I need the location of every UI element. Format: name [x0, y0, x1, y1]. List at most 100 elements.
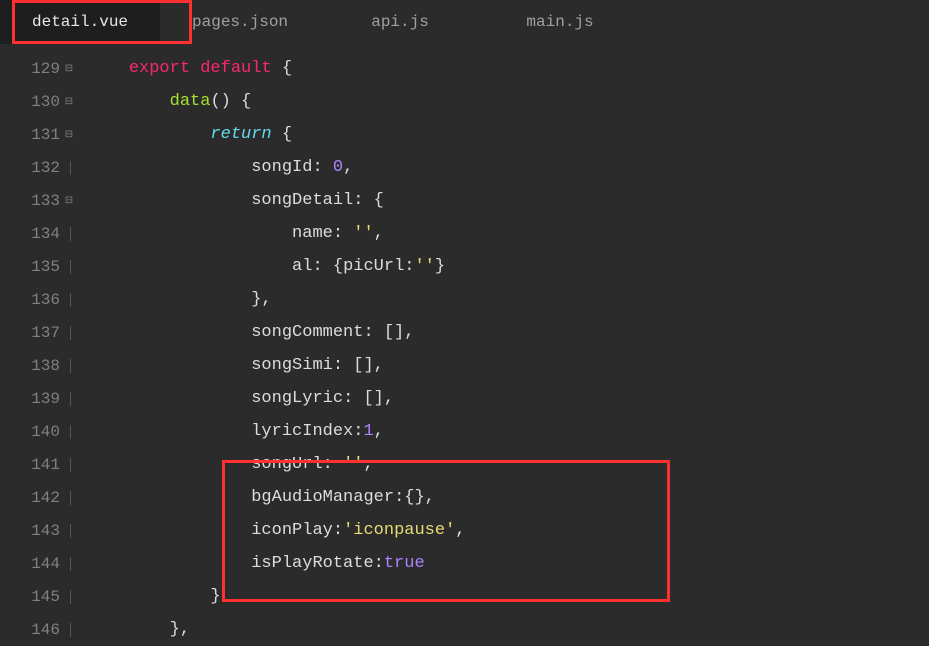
token-keyword2: return	[210, 125, 271, 144]
fold-guide-icon	[62, 326, 76, 340]
token-bool: true	[384, 554, 425, 573]
tab-api-js[interactable]: api.js	[320, 0, 480, 44]
code-line[interactable]: lyricIndex:1,	[88, 415, 929, 448]
line-number: 139	[20, 390, 60, 408]
code-line[interactable]: },	[88, 613, 929, 646]
code-line[interactable]: }	[88, 580, 929, 613]
token-punc: ()	[210, 92, 230, 111]
token-prop: iconPlay	[251, 521, 333, 540]
line-number: 141	[20, 456, 60, 474]
code-line[interactable]: songLyric: [],	[88, 382, 929, 415]
line-number: 129	[20, 60, 60, 78]
code-line[interactable]: songUrl: '',	[88, 448, 929, 481]
fold-guide-icon	[62, 260, 76, 274]
code-line[interactable]: isPlayRotate:true	[88, 547, 929, 580]
token-punc: },	[170, 620, 190, 639]
fold-guide-icon	[62, 161, 76, 175]
gutter-row: 143	[0, 514, 80, 547]
fold-guide-icon	[62, 227, 76, 241]
gutter-row: 129⊟	[0, 52, 80, 85]
gutter-row: 145	[0, 580, 80, 613]
fold-guide-icon	[62, 458, 76, 472]
gutter-row: 139	[0, 382, 80, 415]
token-punc: ,	[374, 224, 384, 243]
code-line[interactable]: name: '',	[88, 217, 929, 250]
token-punc: :	[333, 521, 343, 540]
token-string: ''	[343, 455, 363, 474]
line-number: 140	[20, 423, 60, 441]
fold-guide-icon	[62, 491, 76, 505]
fold-open-icon[interactable]: ⊟	[62, 128, 76, 142]
code-editor[interactable]: 129⊟130⊟131⊟132133⊟134135136137138139140…	[0, 44, 929, 642]
token-func: data	[170, 92, 211, 111]
token-prop: al	[292, 257, 312, 276]
token-punc: : {	[312, 257, 343, 276]
line-number: 135	[20, 258, 60, 276]
gutter-row: 138	[0, 349, 80, 382]
token-prop: songSimi	[251, 356, 333, 375]
line-number: 132	[20, 159, 60, 177]
line-number: 145	[20, 588, 60, 606]
tab-bar: detail.vue pages.json api.js main.js	[0, 0, 929, 44]
code-line[interactable]: iconPlay:'iconpause',	[88, 514, 929, 547]
code-line[interactable]: al: {picUrl:''}	[88, 250, 929, 283]
code-line[interactable]: songComment: [],	[88, 316, 929, 349]
tab-main-js[interactable]: main.js	[480, 0, 640, 44]
token-punc: }	[435, 257, 445, 276]
gutter-row: 142	[0, 481, 80, 514]
token-punc: : {	[353, 191, 384, 210]
token-prop: songComment	[251, 323, 363, 342]
code-line[interactable]: return {	[88, 118, 929, 151]
token-punc: :	[333, 224, 353, 243]
tab-pages-json[interactable]: pages.json	[160, 0, 320, 44]
token-punc: : [],	[343, 389, 394, 408]
code-area[interactable]: export default { data() { return { songI…	[80, 44, 929, 642]
fold-open-icon[interactable]: ⊟	[62, 95, 76, 109]
gutter-row: 131⊟	[0, 118, 80, 151]
token-string: ''	[414, 257, 434, 276]
code-line[interactable]: songId: 0,	[88, 151, 929, 184]
line-number: 131	[20, 126, 60, 144]
fold-open-icon[interactable]: ⊟	[62, 194, 76, 208]
gutter-row: 146	[0, 613, 80, 646]
token-string: ''	[353, 224, 373, 243]
line-number: 146	[20, 621, 60, 639]
line-number: 134	[20, 225, 60, 243]
fold-open-icon[interactable]: ⊟	[62, 62, 76, 76]
code-line[interactable]: },	[88, 283, 929, 316]
fold-guide-icon	[62, 557, 76, 571]
tab-detail-vue[interactable]: detail.vue	[0, 0, 160, 44]
token-plain	[272, 59, 282, 78]
code-line[interactable]: bgAudioManager:{},	[88, 481, 929, 514]
gutter-row: 136	[0, 283, 80, 316]
code-line[interactable]: songSimi: [],	[88, 349, 929, 382]
line-number: 144	[20, 555, 60, 573]
token-keyword: default	[200, 59, 271, 78]
line-number: 130	[20, 93, 60, 111]
token-prop: songLyric	[251, 389, 343, 408]
gutter-row: 135	[0, 250, 80, 283]
line-number: 143	[20, 522, 60, 540]
token-prop: songDetail	[251, 191, 353, 210]
fold-guide-icon	[62, 623, 76, 637]
fold-guide-icon	[62, 392, 76, 406]
token-plain	[231, 92, 241, 111]
token-punc: ,	[343, 158, 353, 177]
gutter-row: 144	[0, 547, 80, 580]
token-punc: ,	[455, 521, 465, 540]
line-number: 142	[20, 489, 60, 507]
token-prop: bgAudioManager	[251, 488, 394, 507]
gutter-row: 132	[0, 151, 80, 184]
fold-guide-icon	[62, 425, 76, 439]
token-plain	[190, 59, 200, 78]
fold-guide-icon	[62, 359, 76, 373]
token-number: 0	[333, 158, 343, 177]
token-string: 'iconpause'	[343, 521, 455, 540]
token-punc: :	[323, 455, 343, 474]
code-line[interactable]: export default {	[88, 52, 929, 85]
token-punc: ,	[374, 422, 384, 441]
token-prop: songUrl	[251, 455, 322, 474]
code-line[interactable]: songDetail: {	[88, 184, 929, 217]
code-line[interactable]: data() {	[88, 85, 929, 118]
token-punc: :	[353, 422, 363, 441]
